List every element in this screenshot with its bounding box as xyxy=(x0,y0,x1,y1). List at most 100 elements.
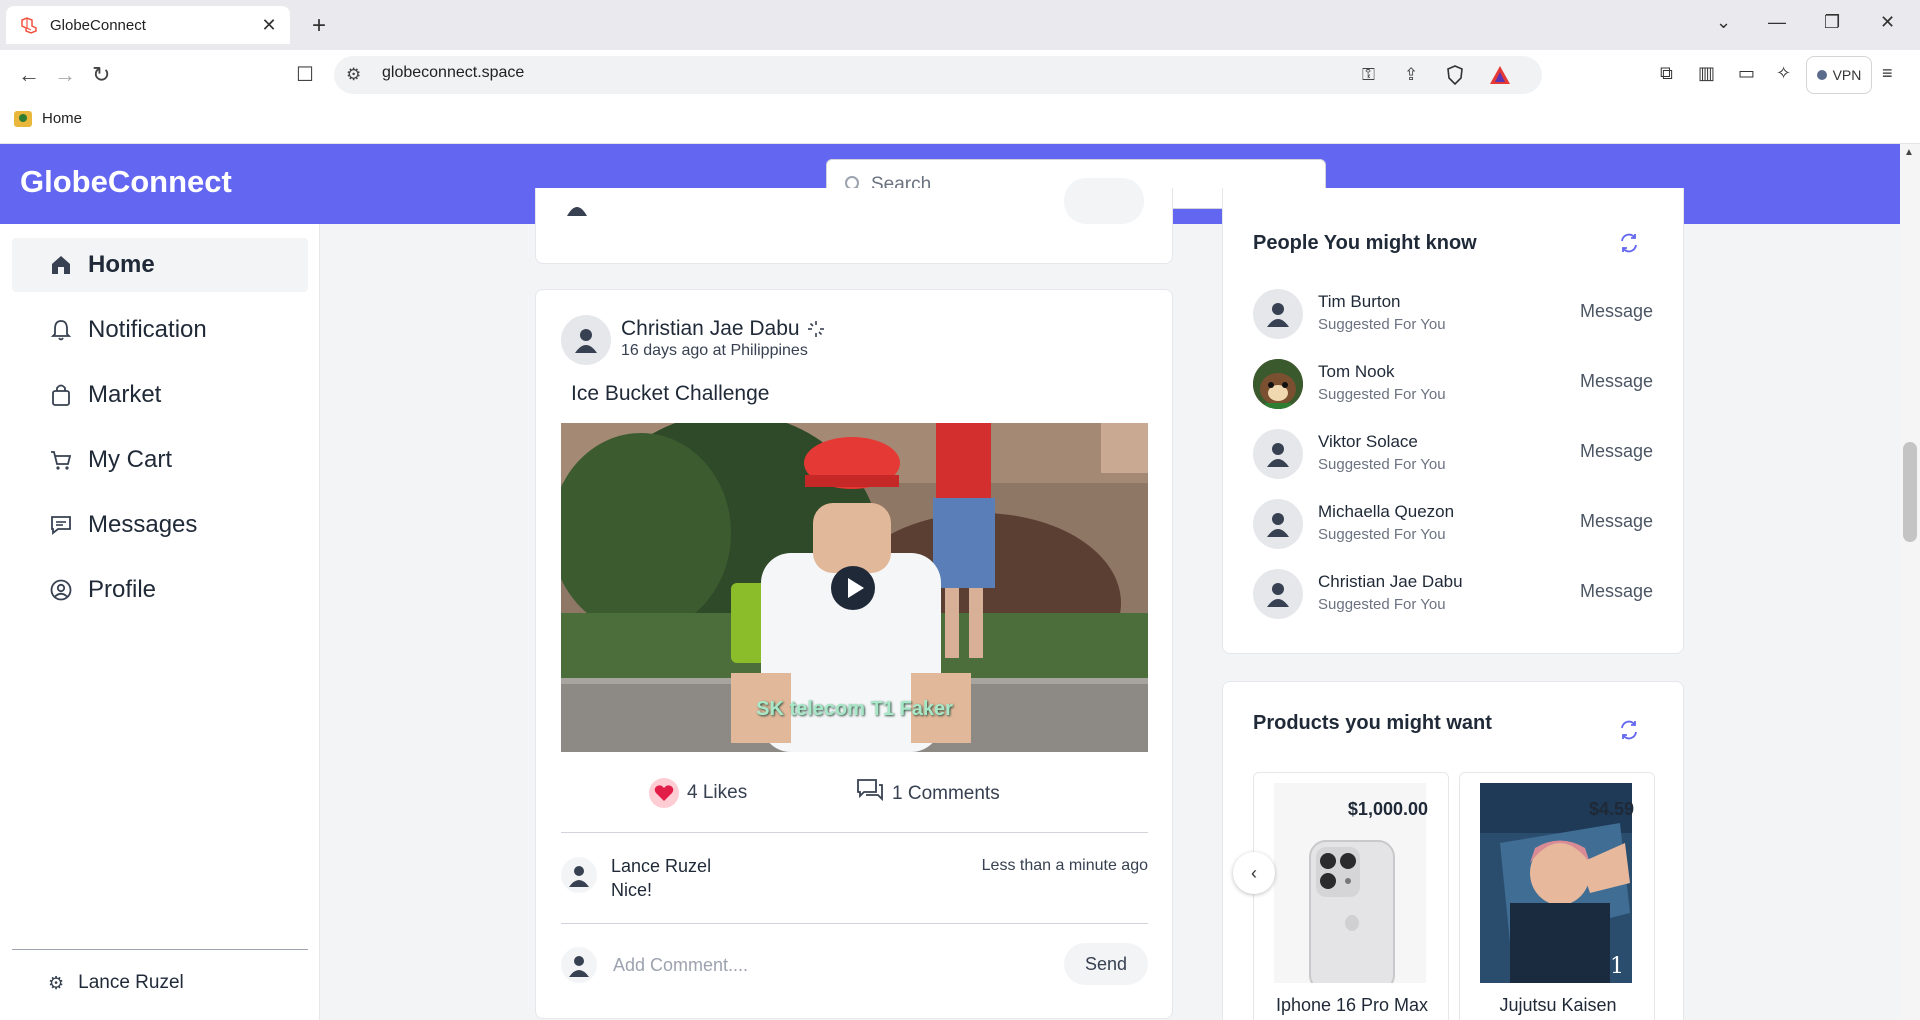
post-video[interactable]: SK telecom T1 Faker xyxy=(561,423,1148,752)
product-name[interactable]: Iphone 16 Pro Max xyxy=(1254,995,1448,1016)
product-price: $1,000.00 xyxy=(1347,799,1428,819)
person-avatar[interactable] xyxy=(1253,359,1303,409)
message-button[interactable]: Message xyxy=(1580,301,1653,322)
person-avatar[interactable] xyxy=(1253,429,1303,479)
post-location-prefix: at xyxy=(712,342,726,359)
tab-search-chevron-icon[interactable]: ⌄ xyxy=(1716,12,1731,33)
post-caption: Ice Bucket Challenge xyxy=(571,382,770,405)
browser-tabstrip: GlobeConnect ✕ + ⌄ — ❐ ✕ xyxy=(0,0,1920,50)
person-name[interactable]: Christian Jae Dabu xyxy=(1318,572,1463,592)
sidebar-item-profile[interactable]: Profile xyxy=(12,563,308,617)
forward-icon[interactable]: → xyxy=(54,62,76,88)
share-icon[interactable]: ⇪ xyxy=(1404,65,1418,85)
vpn-button[interactable]: VPN xyxy=(1806,56,1872,94)
restore-icon[interactable]: ❐ xyxy=(1824,12,1840,33)
new-tab-icon[interactable]: + xyxy=(312,12,326,40)
password-key-icon[interactable]: ⚿ xyxy=(1362,65,1375,85)
post-card: Christian Jae Dabu 16 days ago at Philip… xyxy=(535,289,1173,1019)
refresh-products-icon[interactable] xyxy=(1618,719,1640,741)
window-close-icon[interactable]: ✕ xyxy=(1880,12,1895,33)
product-card[interactable]: 1 $4.59 Jujutsu Kaisen xyxy=(1459,772,1655,1020)
play-button[interactable] xyxy=(831,566,875,610)
shopping-bag-icon xyxy=(48,382,74,408)
avatar xyxy=(562,188,592,216)
comment-author-avatar[interactable] xyxy=(561,857,597,893)
extensions-icon[interactable]: ⧉ xyxy=(1660,63,1673,84)
comments-icon xyxy=(856,778,884,810)
brave-rewards-icon[interactable] xyxy=(1489,65,1511,90)
person-avatar[interactable] xyxy=(1253,289,1303,339)
leo-ai-icon[interactable]: ✧ xyxy=(1776,63,1791,84)
back-icon[interactable]: ← xyxy=(18,62,40,88)
person-name[interactable]: Tim Burton xyxy=(1318,292,1401,312)
send-comment-button[interactable]: Send xyxy=(1064,943,1148,985)
message-button[interactable]: Message xyxy=(1580,511,1653,532)
vpn-status-icon xyxy=(1816,70,1827,80)
bookmark-icon[interactable]: ☐ xyxy=(296,62,314,87)
carousel-prev-button[interactable]: ‹ xyxy=(1233,852,1275,894)
menu-icon[interactable]: ≡ xyxy=(1882,63,1893,84)
person-item: Tom Nook Suggested For You Message xyxy=(1253,354,1663,414)
sidebar-item-messages[interactable]: Messages xyxy=(12,498,308,552)
person-subtitle: Suggested For You xyxy=(1318,596,1446,613)
like-button[interactable]: 4 Likes xyxy=(649,778,747,808)
user-silhouette-icon xyxy=(575,329,597,353)
post-author-avatar[interactable] xyxy=(561,315,611,365)
comment-text: Nice! xyxy=(611,880,653,900)
laravel-favicon-icon xyxy=(20,16,38,34)
user-circle-icon xyxy=(48,577,74,603)
refresh-people-icon[interactable] xyxy=(1618,232,1640,254)
products-suggestions-card: Products you might want $1,000.00 Iphone… xyxy=(1222,681,1684,1020)
gear-icon: ⚙ xyxy=(48,972,65,993)
minimize-icon[interactable]: — xyxy=(1768,12,1786,33)
product-name[interactable]: Jujutsu Kaisen xyxy=(1460,995,1654,1016)
sidebar-toggle-icon[interactable]: ▥ xyxy=(1698,63,1715,84)
person-name[interactable]: Michaella Quezon xyxy=(1318,502,1454,522)
comment-input[interactable] xyxy=(613,947,1013,983)
brand-logo[interactable]: GlobeConnect xyxy=(20,164,232,200)
browser-tab[interactable]: GlobeConnect ✕ xyxy=(6,6,290,44)
scroll-thumb[interactable] xyxy=(1903,442,1917,542)
chevron-left-icon: ‹ xyxy=(1251,862,1257,883)
site-settings-icon[interactable]: ⚙ xyxy=(346,65,361,85)
brave-shield-icon[interactable] xyxy=(1446,65,1464,90)
person-subtitle: Suggested For You xyxy=(1318,526,1446,543)
bell-icon xyxy=(48,317,74,343)
bookmark-home[interactable]: Home xyxy=(14,110,82,127)
previous-post-send-button[interactable] xyxy=(1064,178,1144,224)
reload-icon[interactable]: ↻ xyxy=(92,62,110,88)
sidebar-item-home[interactable]: Home xyxy=(12,238,308,292)
product-price: $4.59 xyxy=(1588,799,1634,819)
person-avatar[interactable] xyxy=(1253,569,1303,619)
product-card[interactable]: $1,000.00 Iphone 16 Pro Max xyxy=(1253,772,1449,1020)
person-subtitle: Suggested For You xyxy=(1318,316,1446,333)
page-scrollbar[interactable] xyxy=(1900,144,1920,1020)
loading-cursor-icon xyxy=(808,321,824,337)
sidebar-item-label: Notification xyxy=(88,316,207,343)
sidebar-divider xyxy=(12,949,308,950)
sidebar-item-notification[interactable]: Notification xyxy=(12,303,308,357)
message-button[interactable]: Message xyxy=(1580,441,1653,462)
user-silhouette-icon xyxy=(569,866,589,887)
bookmark-label: Home xyxy=(42,110,83,127)
message-button[interactable]: Message xyxy=(1580,371,1653,392)
current-user-avatar xyxy=(561,947,597,983)
sidebar-item-label: Home xyxy=(88,251,155,278)
comment-author[interactable]: Lance Ruzel xyxy=(611,856,711,877)
person-avatar[interactable] xyxy=(1253,499,1303,549)
post-time: 16 days ago xyxy=(621,342,709,359)
comment-item: Lance Ruzel Nice! Less than a minute ago xyxy=(561,853,1148,913)
tab-close-icon[interactable]: ✕ xyxy=(258,15,280,36)
message-button[interactable]: Message xyxy=(1580,581,1653,602)
comments-button[interactable]: 1 Comments xyxy=(856,778,1000,810)
scroll-up-icon[interactable]: ▲ xyxy=(1904,147,1914,158)
post-author-name[interactable]: Christian Jae Dabu xyxy=(621,317,800,341)
person-name[interactable]: Viktor Solace xyxy=(1318,432,1418,452)
person-item: Tim Burton Suggested For You Message xyxy=(1253,284,1663,344)
settings-user-button[interactable]: ⚙ Lance Ruzel xyxy=(48,972,184,994)
message-icon xyxy=(48,512,74,538)
sidebar-item-my-cart[interactable]: My Cart xyxy=(12,433,308,487)
sidebar-item-market[interactable]: Market xyxy=(12,368,308,422)
person-name[interactable]: Tom Nook xyxy=(1318,362,1395,382)
wallet-icon[interactable]: ▭ xyxy=(1738,63,1755,84)
